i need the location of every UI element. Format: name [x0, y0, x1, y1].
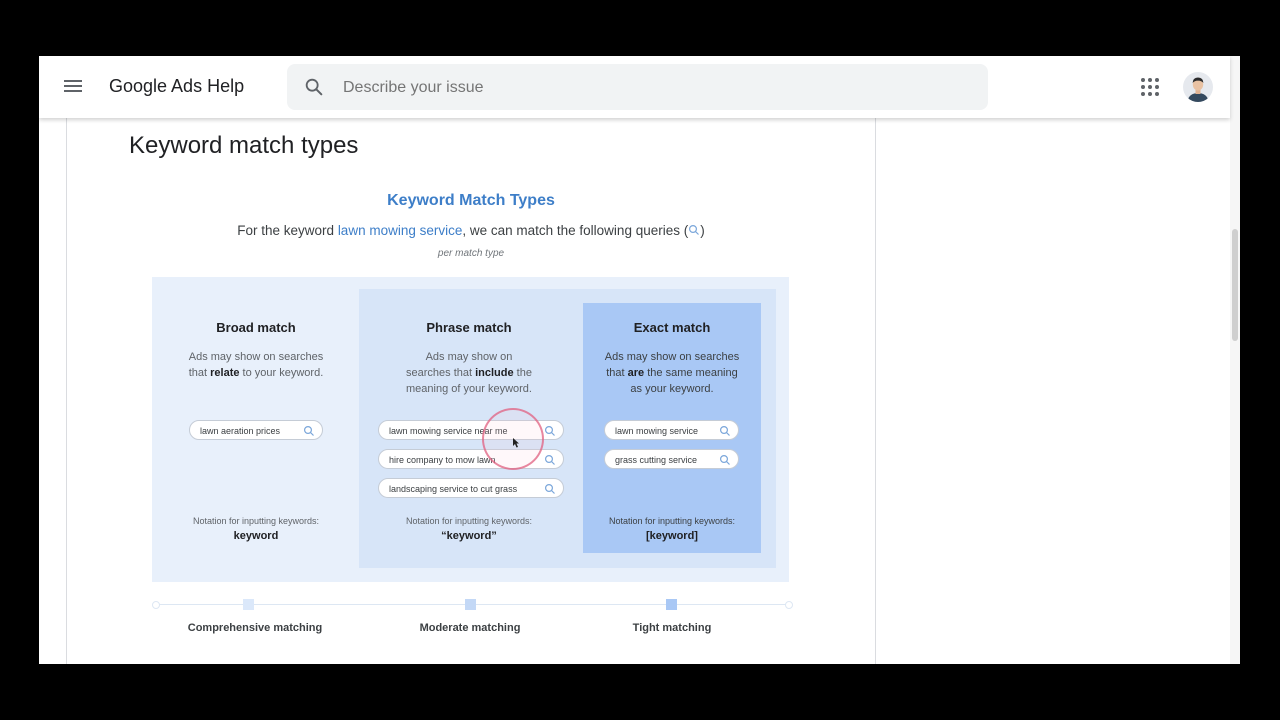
desc-line: that are the same meaning [582, 365, 762, 381]
query-text: lawn mowing service [615, 426, 699, 436]
notation-label: Notation for inputting keywords: [405, 516, 533, 526]
magnifier-icon [544, 454, 555, 465]
desc-line: searches that include the [379, 365, 559, 381]
query-text: grass cutting service [615, 455, 698, 465]
query-text: lawn aeration prices [200, 426, 281, 436]
scale-endpoint [785, 601, 793, 609]
page-title: Keyword match types [129, 132, 359, 159]
desc-line: that relate to your keyword. [166, 365, 346, 381]
scale-endpoint [152, 601, 160, 609]
phrase-match-column: Phrase match Ads may show on searches th… [379, 320, 559, 397]
desc-emphasis: include [475, 367, 514, 379]
notation-value: [keyword] [646, 530, 698, 542]
scrollbar-thumb[interactable] [1232, 229, 1238, 341]
subtitle-keyword: lawn mowing service [337, 223, 463, 238]
notation-label: Notation for inputting keywords: [608, 516, 736, 526]
broad-match-column: Broad match Ads may show on searches tha… [166, 320, 346, 381]
menu-icon[interactable] [62, 77, 84, 97]
query-pill: lawn mowing service [604, 420, 739, 440]
query-pill: grass cutting service [604, 449, 739, 469]
magnifier-icon [719, 425, 730, 436]
app-title[interactable]: Google Ads Help [109, 76, 244, 97]
query-text: hire company to mow lawn [389, 455, 496, 465]
scale-marker-broad [243, 599, 254, 610]
magnifier-icon [689, 224, 700, 235]
magnifier-icon [719, 454, 730, 465]
magnifier-icon [303, 425, 314, 436]
subtitle-suffix: , we can match the following queries ( [462, 223, 689, 238]
scale-marker-exact [666, 599, 677, 610]
figure-title: Keyword Match Types [387, 192, 555, 209]
desc-line: meaning of your keyword. [406, 383, 532, 395]
mouse-pointer-icon [513, 438, 519, 448]
column-title: Phrase match [426, 320, 512, 335]
top-app-bar: Google Ads Help [39, 56, 1230, 118]
column-description: Ads may show on searches that are the sa… [582, 349, 762, 397]
apps-grid-icon[interactable] [1141, 78, 1159, 96]
desc-line: Ads may show on searches [188, 351, 324, 363]
scale-marker-phrase [465, 599, 476, 610]
magnifier-icon [544, 483, 555, 494]
notation-value: keyword [233, 530, 279, 542]
notation-value: “keyword” [441, 530, 497, 542]
figure-note: per match type [437, 248, 505, 259]
query-pill: lawn aeration prices [189, 420, 323, 440]
page-scrollbar[interactable] [1230, 56, 1240, 664]
search-icon[interactable] [303, 76, 325, 98]
figure-subtitle: For the keyword lawn mowing service, we … [152, 223, 790, 238]
column-title: Broad match [216, 320, 296, 335]
subtitle-end: ) [700, 223, 705, 238]
scale-label-comprehensive: Comprehensive matching [187, 622, 323, 634]
exact-notation: Notation for inputting keywords: [keywor… [582, 516, 762, 542]
column-description: Ads may show on searches that relate to … [166, 349, 346, 381]
desc-line: Ads may show on [425, 351, 513, 363]
column-description: Ads may show on searches that include th… [379, 349, 559, 397]
desc-text: to your keyword. [239, 367, 324, 379]
subtitle-prefix: For the keyword [237, 223, 338, 238]
desc-line: as your keyword. [630, 383, 714, 395]
desc-text: searches that [406, 367, 476, 379]
browser-viewport: Google Ads Help Keyword match [39, 56, 1240, 664]
desc-emphasis: are [627, 367, 645, 379]
desc-emphasis: relate [210, 367, 240, 379]
broad-notation: Notation for inputting keywords: keyword [166, 516, 346, 542]
query-text: landscaping service to cut grass [389, 484, 518, 494]
desc-text: that [188, 367, 211, 379]
magnifier-icon [544, 425, 555, 436]
column-title: Exact match [633, 320, 711, 335]
scale-label-tight: Tight matching [632, 622, 712, 634]
query-pill: landscaping service to cut grass [378, 478, 564, 498]
phrase-notation: Notation for inputting keywords: “keywor… [379, 516, 559, 542]
notation-label: Notation for inputting keywords: [192, 516, 320, 526]
desc-text: that [606, 367, 628, 379]
search-input[interactable] [341, 64, 945, 112]
desc-line: Ads may show on searches [604, 351, 740, 363]
search-bar[interactable] [287, 64, 988, 112]
desc-text: the same meaning [644, 367, 738, 379]
scale-label-moderate: Moderate matching [419, 622, 521, 634]
exact-match-column: Exact match Ads may show on searches tha… [582, 320, 762, 397]
desc-text: the [513, 367, 532, 379]
avatar[interactable] [1183, 72, 1213, 102]
